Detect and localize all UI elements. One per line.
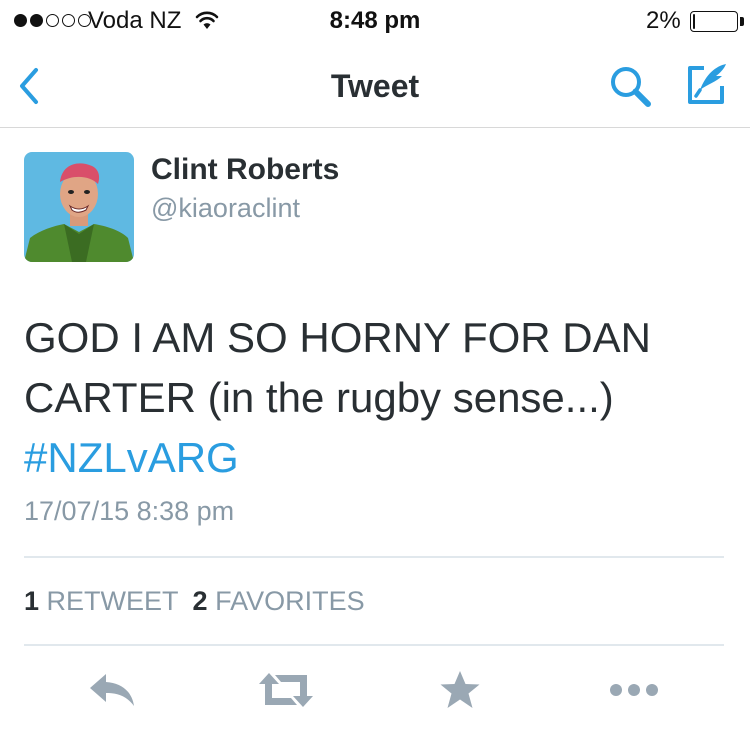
compose-button[interactable]: [682, 60, 730, 108]
more-dots-icon: [610, 684, 658, 696]
retweets-label: RETWEET: [46, 586, 179, 616]
tweet-text-line: GOD I AM SO HORNY FOR DAN: [24, 314, 651, 361]
divider: [24, 556, 724, 558]
search-icon: [611, 67, 651, 107]
battery-percent: 2%: [646, 7, 681, 34]
author-name[interactable]: Clint Roberts: [151, 153, 339, 187]
tweet-text-line: CARTER (in the rugby sense...): [24, 374, 614, 421]
avatar-image: [24, 152, 134, 262]
battery-level-fill: [693, 14, 695, 29]
favorites-label: FAVORITES: [215, 586, 365, 616]
tweet-timestamp: 17/07/15 8:38 pm: [24, 496, 235, 526]
status-bar: Voda NZ 8:48 pm 2%: [0, 0, 750, 44]
hashtag-link[interactable]: #NZLvARG: [24, 434, 239, 481]
search-button[interactable]: [608, 64, 654, 110]
favorite-button[interactable]: [430, 660, 490, 720]
avatar[interactable]: [24, 152, 134, 262]
battery-tip: [740, 17, 744, 26]
status-time: 8:48 pm: [329, 7, 421, 34]
retweets-count: 1: [24, 586, 40, 616]
favorites-stat[interactable]: 2 FAVORITES: [193, 586, 365, 617]
divider: [24, 644, 724, 646]
reply-icon: [90, 674, 134, 706]
battery-icon: [690, 11, 738, 32]
tweet-stats: 1 RETWEET 2 FAVORITES: [24, 586, 379, 617]
star-icon: [440, 671, 480, 708]
retweet-button[interactable]: [256, 660, 316, 720]
retweets-stat[interactable]: 1 RETWEET: [24, 586, 179, 617]
author-handle[interactable]: @kiaoraclint: [151, 193, 300, 224]
tweet-text: GOD I AM SO HORNY FOR DAN CARTER (in the…: [24, 308, 724, 488]
retweet-icon: [259, 673, 313, 707]
nav-bar: Tweet: [0, 44, 750, 128]
tweet-action-bar: [0, 660, 750, 720]
compose-feather-icon: [688, 64, 726, 104]
favorites-count: 2: [192, 586, 208, 616]
more-button[interactable]: [604, 660, 664, 720]
reply-button[interactable]: [82, 660, 142, 720]
